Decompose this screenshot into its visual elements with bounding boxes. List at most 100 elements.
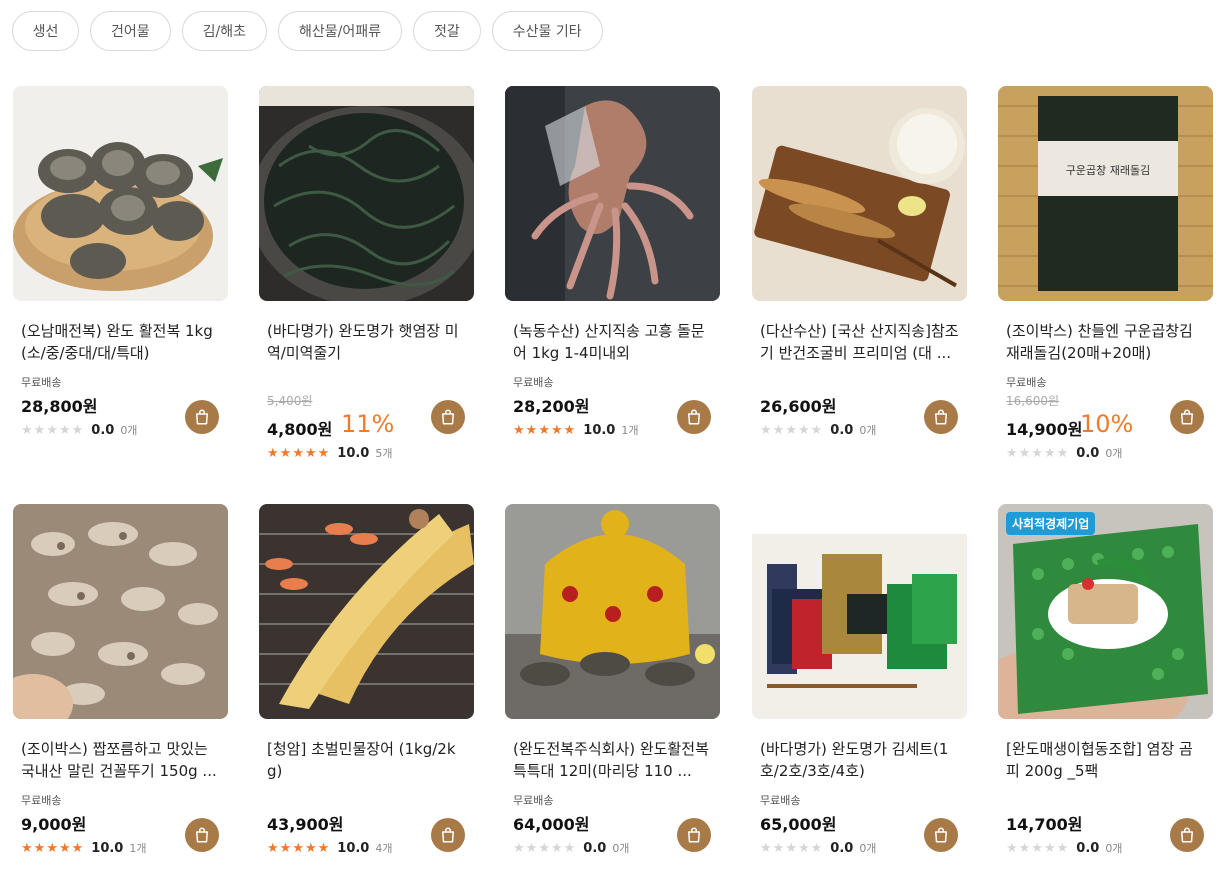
star-icon: ★ [1018, 840, 1031, 856]
add-to-cart-button[interactable] [924, 400, 958, 434]
product-title[interactable]: (조이박스) 짭쪼름하고 맛있는 국내산 말린 건꼴뚜기 150g ... [21, 738, 221, 782]
star-rating: ★ ★ ★ ★ ★ [760, 424, 822, 437]
free-shipping-label: 무료배송 [21, 794, 62, 807]
product-card[interactable]: 구운곱창 재래돌김 (조이박스) 찬들엔 구운곱창김 재래돌김(20매+20매) 무… [998, 86, 1213, 461]
rating-score: 10.0 [583, 422, 616, 438]
add-to-cart-button[interactable] [431, 400, 465, 434]
star-icon: ★ [304, 840, 317, 856]
add-to-cart-button[interactable] [1170, 818, 1204, 852]
product-card[interactable]: (오남매전복) 완도 활전복 1kg (소/중/중대/대/특대) 무료배송 28,8… [13, 86, 228, 438]
product-title[interactable]: [완도매생이협동조합] 염장 곰피 200g _5팩 [1006, 738, 1206, 782]
star-icon: ★ [525, 422, 538, 438]
star-rating: ★ ★ ★ ★ ★ [513, 424, 575, 437]
star-icon: ★ [513, 422, 525, 438]
star-icon: ★ [21, 422, 33, 438]
star-icon: ★ [772, 840, 785, 856]
star-rating: ★ ★ ★ ★ ★ [1006, 447, 1068, 460]
star-icon: ★ [292, 840, 304, 856]
product-image[interactable] [752, 504, 967, 719]
star-icon: ★ [772, 422, 785, 438]
product-image[interactable] [13, 504, 228, 719]
add-to-cart-button[interactable] [677, 818, 711, 852]
rating: ★ ★ ★ ★ ★ 0.0 0개 [1006, 445, 1122, 461]
star-icon: ★ [525, 840, 538, 856]
product-card[interactable]: 사회적경제기업 [완도매생이협동조합] 염장 곰피 200g _5팩 14,700원… [998, 504, 1213, 856]
star-rating: ★ ★ ★ ★ ★ [267, 842, 329, 855]
product-card[interactable]: (바다명가) 완도명가 김세트(1호/2호/3호/4호) 무료배송 65,000원 ★… [752, 504, 967, 856]
discount-rate: 11% [341, 410, 395, 438]
free-shipping-label: 무료배송 [21, 376, 62, 389]
product-image[interactable] [752, 86, 967, 301]
star-icon: ★ [46, 840, 58, 856]
product-card[interactable]: [청암] 초벌민물장어 (1kg/2kg) 43,900원 ★ ★ ★ ★ ★ 10.0 4개 [259, 504, 474, 856]
sale-price: 28,200원 [513, 397, 590, 416]
star-icon: ★ [760, 422, 772, 438]
star-icon: ★ [267, 840, 279, 856]
rating-score: 0.0 [1076, 445, 1100, 461]
rating-score: 10.0 [91, 840, 124, 856]
product-title[interactable]: [청암] 초벌민물장어 (1kg/2kg) [267, 738, 467, 782]
star-icon: ★ [21, 840, 33, 856]
chip-geoneomul[interactable]: 건어물 [90, 11, 171, 51]
product-title[interactable]: (녹동수산) 산지직송 고흥 돌문어 1kg 1-4미내외 [513, 320, 713, 364]
star-icon: ★ [292, 445, 304, 461]
star-icon: ★ [810, 422, 823, 438]
add-to-cart-button[interactable] [677, 400, 711, 434]
star-icon: ★ [538, 422, 550, 438]
review-count: 0개 [1105, 447, 1123, 460]
star-icon: ★ [785, 422, 797, 438]
product-title[interactable]: (다산수산) [국산 산지직송]참조기 반건조굴비 프리미엄 (대 ... [760, 320, 960, 364]
review-count: 1개 [621, 424, 639, 437]
product-image[interactable] [505, 86, 720, 301]
product-card[interactable]: (녹동수산) 산지직송 고흥 돌문어 1kg 1-4미내외무료배송 28,200원… [505, 86, 720, 438]
star-rating: ★ ★ ★ ★ ★ [513, 842, 575, 855]
product-card[interactable]: (바다명가) 완도명가 햇염장 미역/미역줄기 5,400원 4,800원 11% ★ ★… [259, 86, 474, 461]
star-icon: ★ [760, 840, 772, 856]
sale-price: 43,900원 [267, 815, 344, 834]
star-icon: ★ [1006, 445, 1018, 461]
chip-etc[interactable]: 수산물 기타 [491, 11, 603, 51]
free-shipping-label: 무료배송 [513, 794, 554, 807]
add-to-cart-button[interactable] [924, 818, 958, 852]
star-rating: ★ ★ ★ ★ ★ [760, 842, 822, 855]
free-shipping-label: 무료배송 [760, 794, 801, 807]
product-title[interactable]: (바다명가) 완도명가 김세트(1호/2호/3호/4호) [760, 738, 960, 782]
add-to-cart-button[interactable] [185, 400, 219, 434]
chip-gim-haecho[interactable]: 김/해초 [181, 11, 267, 51]
product-image[interactable]: 구운곱창 재래돌김 [998, 86, 1213, 301]
rating-score: 0.0 [1076, 840, 1100, 856]
rating-score: 10.0 [337, 445, 370, 461]
rating: ★ ★ ★ ★ ★ 10.0 5개 [267, 445, 392, 461]
product-image[interactable] [259, 504, 474, 719]
product-image[interactable] [505, 504, 720, 719]
product-title[interactable]: (완도전복주식회사) 완도활전복 특특대 12미(마리당 110 ... [513, 738, 713, 782]
chip-haesanmul[interactable]: 해산물/어패류 [278, 11, 402, 51]
add-to-cart-button[interactable] [1170, 400, 1204, 434]
add-to-cart-button[interactable] [431, 818, 465, 852]
rating: ★ ★ ★ ★ ★ 0.0 0개 [1006, 840, 1122, 856]
rating: ★ ★ ★ ★ ★ 10.0 1개 [21, 840, 146, 856]
product-card[interactable]: (완도전복주식회사) 완도활전복 특특대 12미(마리당 110 ... 무료배송… [505, 504, 720, 856]
star-icon: ★ [1006, 840, 1018, 856]
star-icon: ★ [58, 422, 71, 438]
sale-price: 14,900원 [1006, 420, 1083, 439]
product-title[interactable]: (바다명가) 완도명가 햇염장 미역/미역줄기 [267, 320, 467, 364]
free-shipping-label: 무료배송 [1006, 376, 1047, 389]
review-count: 4개 [375, 842, 393, 855]
shopping-bag-icon [932, 408, 950, 426]
product-card[interactable]: (다산수산) [국산 산지직송]참조기 반건조굴비 프리미엄 (대 ... 26,… [752, 86, 967, 438]
product-card[interactable]: (조이박스) 짭쪼름하고 맛있는 국내산 말린 건꼴뚜기 150g ... 무료배… [13, 504, 228, 856]
shopping-bag-icon [932, 826, 950, 844]
chip-saengseon[interactable]: 생선 [12, 11, 79, 51]
product-image[interactable] [259, 86, 474, 301]
product-title[interactable]: (조이박스) 찬들엔 구운곱창김 재래돌김(20매+20매) [1006, 320, 1206, 364]
review-count: 0개 [612, 842, 630, 855]
shopping-bag-icon [685, 826, 703, 844]
free-shipping-label: 무료배송 [513, 376, 554, 389]
product-image[interactable] [13, 86, 228, 301]
product-image[interactable]: 사회적경제기업 [998, 504, 1213, 719]
chip-jeotgal[interactable]: 젓갈 [413, 11, 481, 51]
product-title[interactable]: (오남매전복) 완도 활전복 1kg (소/중/중대/대/특대) [21, 320, 221, 364]
star-icon: ★ [71, 840, 84, 856]
add-to-cart-button[interactable] [185, 818, 219, 852]
